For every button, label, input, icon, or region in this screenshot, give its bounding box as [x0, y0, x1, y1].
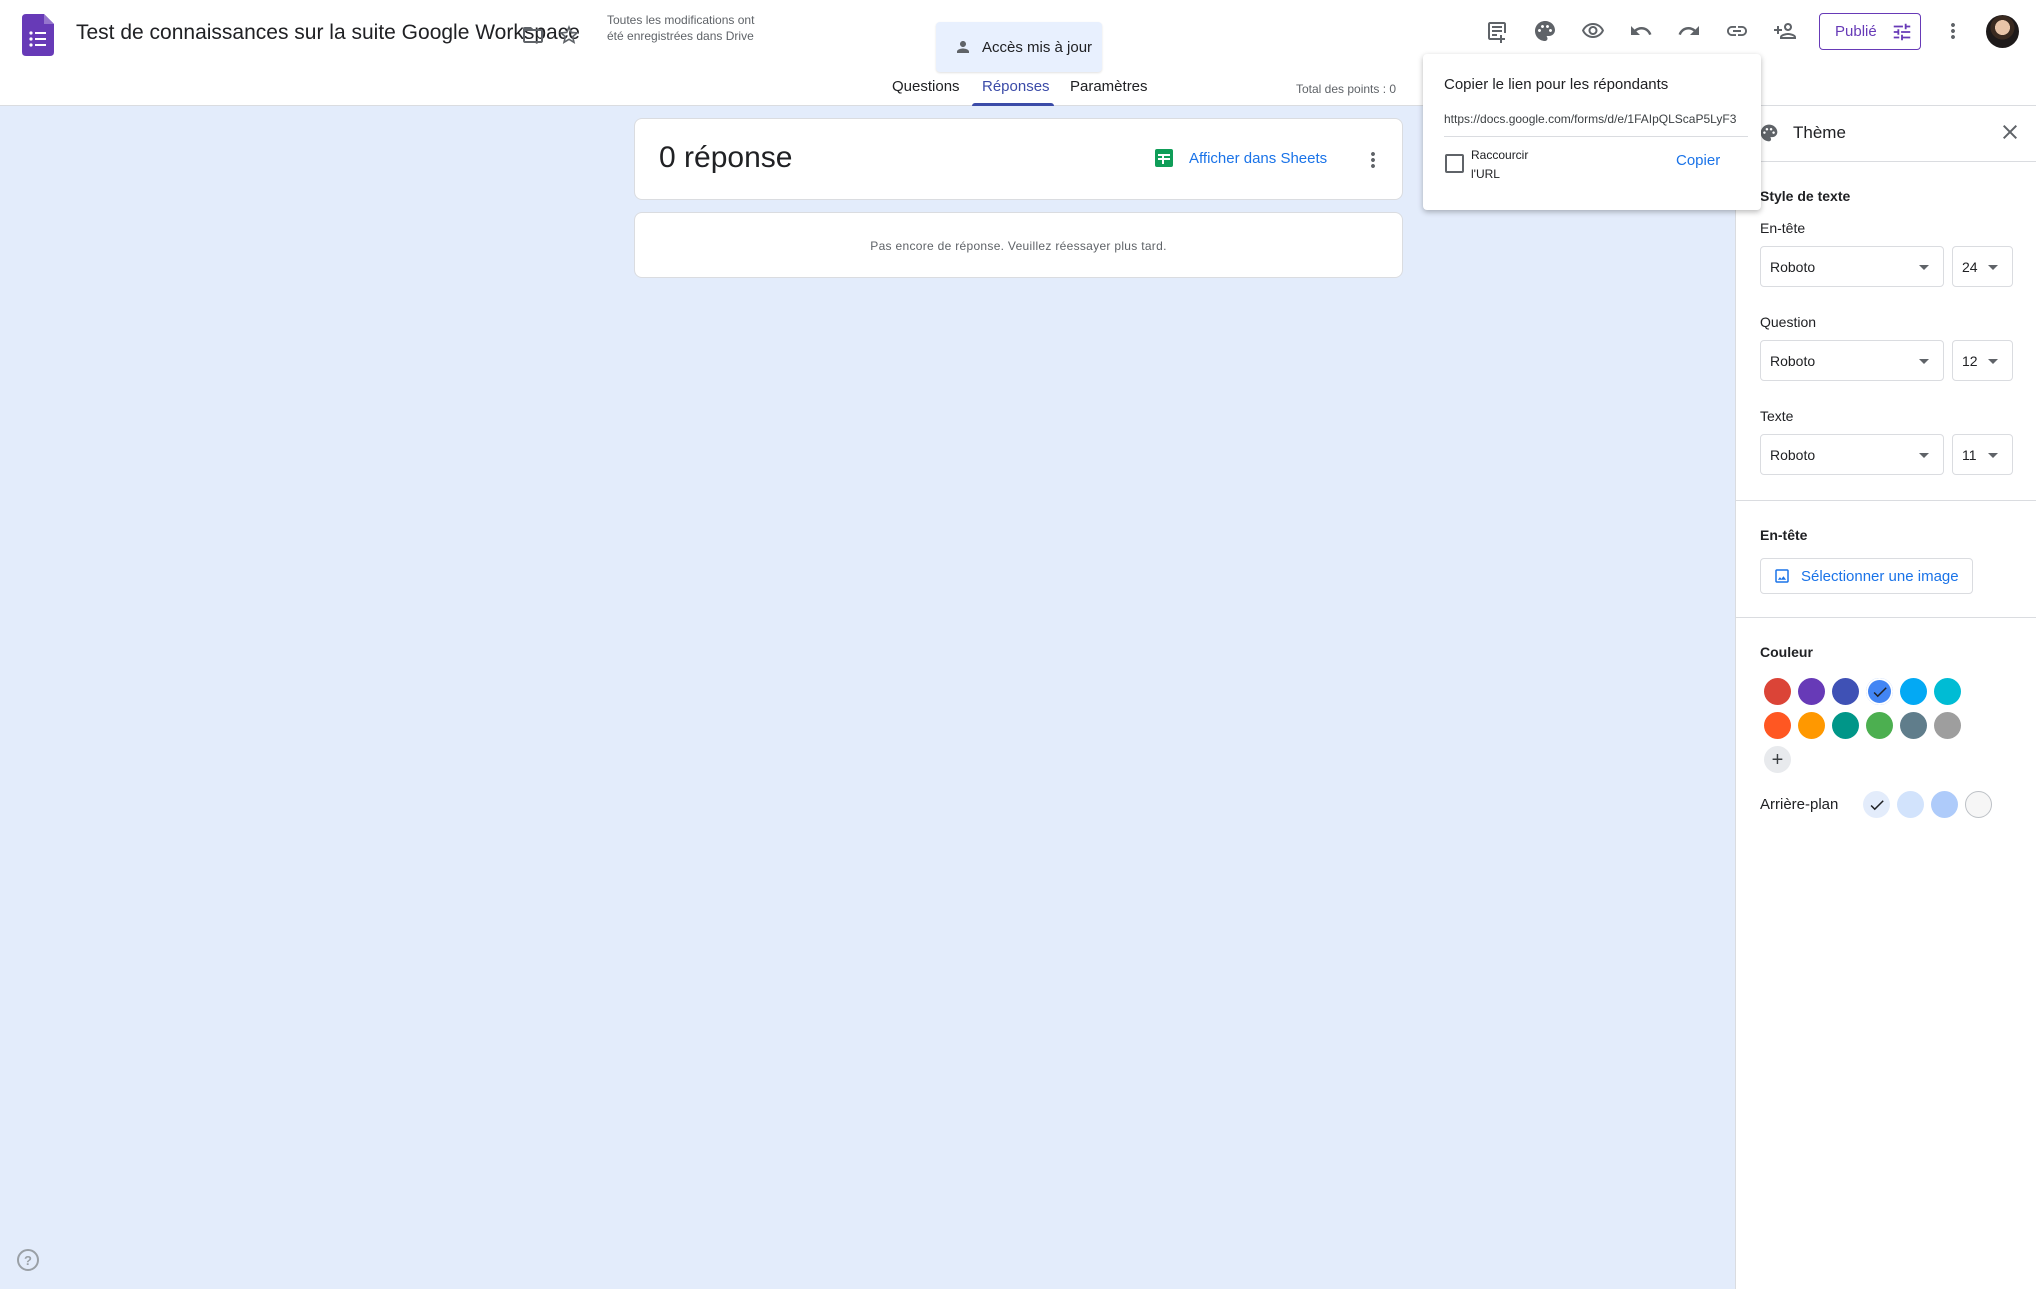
background-label: Arrière-plan [1760, 796, 1839, 813]
divider [1736, 500, 2036, 501]
select-image-button[interactable]: Sélectionner une image [1760, 558, 1973, 594]
add-color-button[interactable]: + [1764, 746, 1791, 773]
redo-icon[interactable] [1671, 13, 1707, 49]
background-swatch[interactable] [1965, 791, 1992, 818]
respondent-url[interactable]: https://docs.google.com/forms/d/e/1FAIpQ… [1444, 112, 1748, 137]
question-size-select[interactable]: 12 [1952, 340, 2013, 381]
divider [1736, 617, 2036, 618]
color-swatch[interactable] [1900, 678, 1927, 705]
theme-header: Thème [1736, 106, 2036, 162]
help-icon[interactable]: ? [17, 1249, 39, 1271]
total-points: Total des points : 0 [1296, 82, 1397, 96]
preview-icon[interactable] [1575, 13, 1611, 49]
theme-panel: Thème Style de texte En-tête Roboto 24 Q… [1735, 106, 2036, 1289]
palette-icon[interactable] [1527, 13, 1563, 49]
color-swatch[interactable] [1832, 678, 1859, 705]
move-to-folder-icon[interactable] [515, 17, 551, 53]
save-status: Toutes les modifications ont été enregis… [607, 13, 755, 43]
publish-label: Publié [1835, 23, 1877, 40]
header-image-section-label: En-tête [1760, 527, 1808, 543]
tab-questions[interactable]: Questions [892, 78, 960, 95]
header-style-label: En-tête [1760, 220, 1806, 236]
text-style-field-label: Texte [1760, 408, 1794, 424]
sheets-icon [1155, 149, 1173, 167]
theme-title: Thème [1793, 123, 1846, 142]
view-in-sheets-button[interactable]: Afficher dans Sheets [1155, 149, 1327, 167]
publish-button[interactable]: Publié [1819, 13, 1921, 50]
copy-link-title: Copier le lien pour les répondants [1444, 76, 1669, 93]
palette-icon [1759, 123, 1779, 148]
color-swatch[interactable] [1764, 678, 1791, 705]
copy-link-popup: Copier le lien pour les répondants https… [1423, 54, 1761, 210]
responses-summary-card: 0 réponse Afficher dans Sheets [634, 118, 1403, 200]
close-icon[interactable] [1998, 120, 2022, 149]
color-swatch[interactable] [1934, 678, 1961, 705]
link-icon[interactable] [1719, 13, 1755, 49]
text-font-select[interactable]: Roboto [1760, 434, 1944, 475]
active-tab-indicator [972, 103, 1054, 106]
tab-settings[interactable]: Paramètres [1070, 78, 1148, 95]
background-swatch[interactable] [1897, 791, 1924, 818]
empty-responses-card: Pas encore de réponse. Veuillez réessaye… [634, 212, 1403, 278]
copy-button[interactable]: Copier [1676, 152, 1720, 169]
addon-icon[interactable] [1479, 13, 1515, 49]
people-icon [957, 41, 969, 53]
text-size-select[interactable]: 11 [1952, 434, 2013, 475]
response-count: 0 réponse [659, 141, 793, 174]
tab-responses[interactable]: Réponses [982, 78, 1050, 95]
view-in-sheets-label: Afficher dans Sheets [1189, 149, 1328, 167]
access-chip-label: Accès mis à jour [982, 38, 1093, 56]
text-style-label: Style de texte [1760, 188, 1851, 204]
color-swatch[interactable] [1764, 712, 1791, 739]
color-swatch[interactable] [1798, 678, 1825, 705]
header-font-select[interactable]: Roboto [1760, 246, 1944, 287]
color-swatch[interactable] [1798, 712, 1825, 739]
star-icon[interactable] [551, 17, 587, 53]
undo-icon[interactable] [1623, 13, 1659, 49]
color-swatch[interactable] [1832, 712, 1859, 739]
responses-more-icon[interactable] [1355, 142, 1391, 178]
empty-message: Pas encore de réponse. Veuillez réessaye… [870, 239, 1167, 253]
image-icon [1775, 569, 1789, 583]
select-image-label: Sélectionner une image [1801, 567, 1959, 585]
add-collaborator-icon[interactable] [1767, 13, 1803, 49]
header-size-select[interactable]: 24 [1952, 246, 2013, 287]
color-swatch[interactable] [1866, 678, 1893, 705]
document-title[interactable]: Test de connaissances sur la suite Googl… [76, 21, 580, 45]
background-swatch[interactable] [1863, 791, 1890, 818]
forms-logo-icon[interactable] [22, 14, 54, 56]
more-vert-icon[interactable] [1935, 13, 1971, 49]
account-avatar[interactable] [1986, 15, 2019, 48]
color-swatch[interactable] [1900, 712, 1927, 739]
color-swatch[interactable] [1866, 712, 1893, 739]
color-section-label: Couleur [1760, 644, 1813, 660]
shorten-url-label[interactable]: Raccourcir l'URL [1471, 146, 1551, 184]
shorten-url-checkbox[interactable] [1445, 154, 1464, 173]
access-updated-chip[interactable]: Accès mis à jour [936, 22, 1102, 72]
question-style-label: Question [1760, 314, 1817, 330]
background-swatch[interactable] [1931, 791, 1958, 818]
tune-icon [1893, 23, 1910, 40]
question-font-select[interactable]: Roboto [1760, 340, 1944, 381]
color-swatch[interactable] [1934, 712, 1961, 739]
